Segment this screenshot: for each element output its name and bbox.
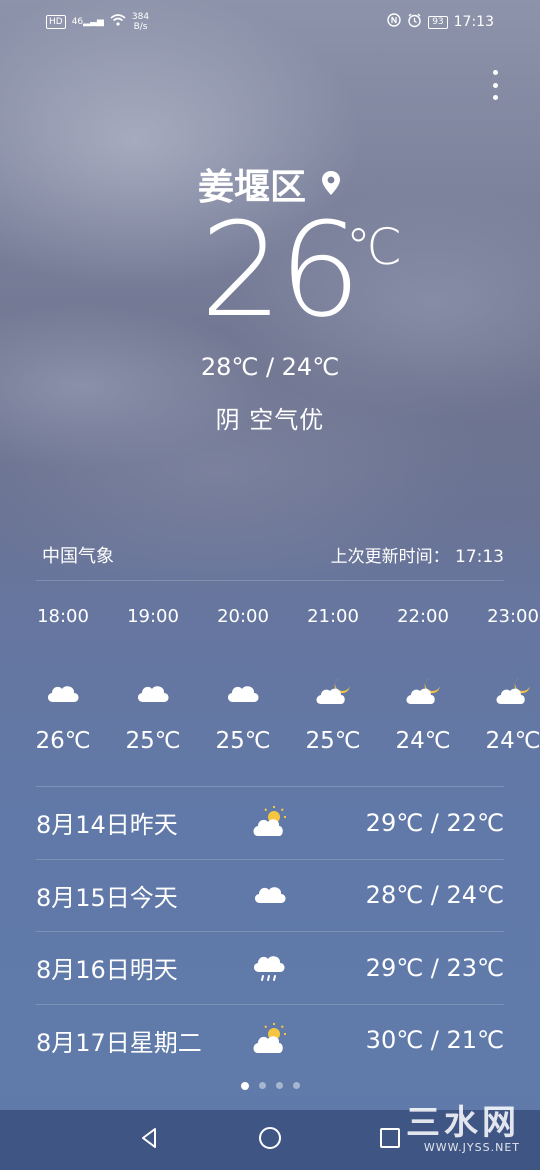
hourly-item: 20:00 25℃: [198, 606, 288, 754]
day-label: 8月15日今天: [36, 883, 178, 912]
partly-cloudy-icon: [250, 1022, 290, 1058]
hourly-item: 23:00 24℃: [468, 606, 540, 754]
status-bar: HD 46▂▃▅ 384 B/s 93 17:13: [0, 0, 540, 44]
partly-cloudy-icon: [250, 805, 290, 841]
weather-condition: 阴 空气优: [215, 406, 325, 434]
home-icon[interactable]: [257, 1125, 283, 1155]
battery-icon: 93: [428, 15, 448, 29]
cloud-icon: [133, 676, 173, 708]
menu-dot: [492, 82, 498, 88]
current-temperature: 26: [200, 194, 361, 346]
hour-temperature: 25℃: [215, 728, 271, 754]
clock: 17:13: [453, 14, 494, 30]
cloud-icon: [223, 676, 263, 708]
day-temperature-range: 29℃ / 23℃: [365, 953, 504, 982]
today-temperature-range: 28℃ / 24℃: [200, 353, 340, 381]
page-dot: [258, 1082, 266, 1089]
signal-icon: 46▂▃▅: [71, 17, 104, 27]
hd-badge: HD: [46, 15, 66, 29]
hour-time: 21:00: [307, 606, 359, 627]
daily-row[interactable]: 8月16日明天 29℃ / 23℃: [36, 931, 504, 1004]
page-dot: [292, 1082, 300, 1089]
cloud-icon: [250, 877, 290, 913]
more-menu-button[interactable]: [488, 70, 502, 100]
signal-label: 46: [71, 17, 84, 27]
daily-forecast[interactable]: 8月14日昨天 29℃ / 22℃ 8月15日今天 28℃ / 24℃ 8月16日明天 2…: [36, 786, 504, 1076]
back-icon[interactable]: [137, 1125, 163, 1155]
day-temperature-range: 28℃ / 24℃: [365, 881, 504, 910]
hourly-forecast[interactable]: 18:00 26℃ 19:00 25℃ 20:00 25℃ 21:00 25℃ 22:00 24℃…: [18, 606, 540, 754]
cloudy-night-icon: [493, 676, 533, 708]
network-speed: 384 B/s: [132, 12, 149, 32]
watermark-url: WWW.JYSS.NET: [423, 1141, 520, 1154]
last-updated-label: 上次更新时间：: [330, 547, 450, 567]
day-label: 8月17日星期二: [36, 1028, 202, 1057]
rain-icon: [250, 950, 290, 986]
network-speed-value: 384: [131, 12, 150, 22]
temperature-unit: ℃: [346, 218, 403, 276]
nfc-icon: [387, 13, 401, 31]
day-label: 8月14日昨天: [36, 811, 178, 840]
watermark: 三水网 WWW.JYSS.NET: [406, 1105, 520, 1154]
page-dot: [275, 1082, 283, 1089]
network-speed-unit: B/s: [133, 22, 148, 32]
hourly-item: 19:00 25℃: [108, 606, 198, 754]
last-updated-time: 17:13: [455, 547, 504, 567]
data-source: 中国气象: [42, 546, 114, 567]
page-dot: [240, 1082, 249, 1090]
hour-temperature: 26℃: [35, 728, 91, 754]
hour-time: 23:00: [487, 606, 539, 627]
hourly-item: 21:00 25℃: [288, 606, 378, 754]
alarm-icon: [407, 13, 422, 32]
last-updated: 上次更新时间： 17:13: [331, 542, 504, 568]
hour-time: 19:00: [127, 606, 179, 627]
day-temperature-range: 30℃ / 21℃: [365, 1026, 504, 1055]
recents-icon[interactable]: [377, 1125, 403, 1155]
hour-temperature: 24℃: [395, 728, 451, 754]
source-row: 中国气象 上次更新时间： 17:13: [42, 542, 504, 568]
day-temperature-range: 29℃ / 22℃: [365, 808, 504, 837]
wifi-icon: [110, 14, 126, 30]
hour-temperature: 24℃: [485, 728, 540, 754]
hour-time: 22:00: [397, 606, 449, 627]
menu-dot: [492, 70, 498, 75]
hour-temperature: 25℃: [305, 728, 361, 754]
cloud-icon: [43, 676, 83, 708]
hour-time: 20:00: [217, 606, 269, 627]
daily-row[interactable]: 8月14日昨天 29℃ / 22℃: [36, 786, 504, 859]
daily-row[interactable]: 8月17日星期二 30℃ / 21℃: [36, 1003, 504, 1077]
page-indicator: [0, 1082, 540, 1090]
daily-row[interactable]: 8月15日今天 28℃ / 24℃: [36, 858, 504, 932]
cloudy-night-icon: [313, 676, 353, 708]
day-label: 8月16日明天: [36, 956, 178, 985]
hourly-item: 18:00 26℃: [18, 606, 108, 754]
hourly-item: 22:00 24℃: [378, 606, 468, 754]
hour-time: 18:00: [37, 606, 89, 627]
watermark-text: 三水网: [406, 1103, 520, 1143]
hour-temperature: 25℃: [125, 728, 181, 754]
cloudy-night-icon: [403, 676, 443, 708]
divider: [36, 580, 504, 581]
menu-dot: [492, 95, 498, 100]
